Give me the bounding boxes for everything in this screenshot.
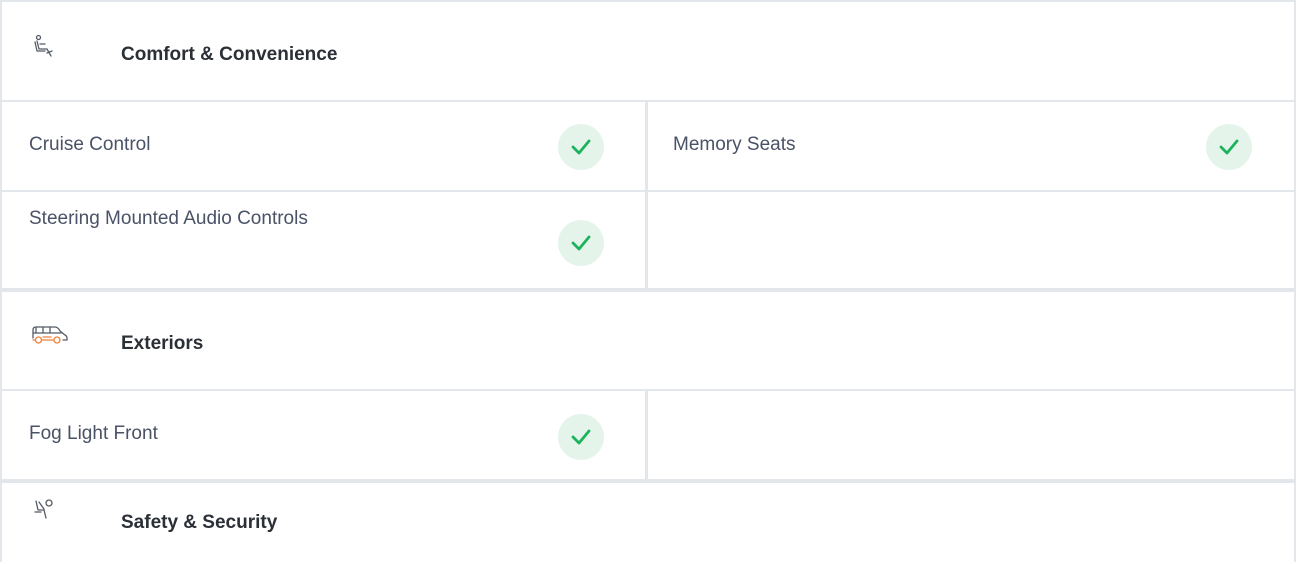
table-row: Fog Light Front	[2, 391, 1294, 483]
feature-cell: Memory Seats	[648, 102, 1294, 190]
feature-label: Cruise Control	[29, 134, 151, 155]
seatbelt-icon	[32, 498, 56, 520]
check-icon	[558, 124, 604, 170]
check-icon	[558, 220, 604, 266]
check-icon	[1206, 124, 1252, 170]
section-header-safety: Safety & Security	[2, 483, 1294, 564]
empty-cell	[648, 391, 1294, 479]
car-icon	[29, 324, 69, 346]
feature-label: Fog Light Front	[29, 423, 158, 444]
table-row: Steering Mounted Audio Controls	[2, 192, 1294, 292]
section-title: Safety & Security	[121, 512, 278, 533]
feature-list: Comfort & Convenience Cruise Control Mem…	[0, 0, 1296, 562]
feature-cell: Cruise Control	[2, 102, 648, 190]
feature-label: Memory Seats	[673, 134, 796, 155]
section-title: Comfort & Convenience	[121, 44, 338, 65]
empty-cell	[648, 192, 1294, 288]
section-header-exteriors: Exteriors	[2, 292, 1294, 391]
check-icon	[558, 414, 604, 460]
seat-icon	[32, 34, 56, 57]
section-header-comfort: Comfort & Convenience	[2, 2, 1294, 102]
table-row: Cruise Control Memory Seats	[2, 102, 1294, 192]
section-title: Exteriors	[121, 333, 204, 354]
feature-cell: Fog Light Front	[2, 391, 648, 479]
feature-cell: Steering Mounted Audio Controls	[2, 192, 648, 288]
feature-label: Steering Mounted Audio Controls	[29, 208, 308, 229]
